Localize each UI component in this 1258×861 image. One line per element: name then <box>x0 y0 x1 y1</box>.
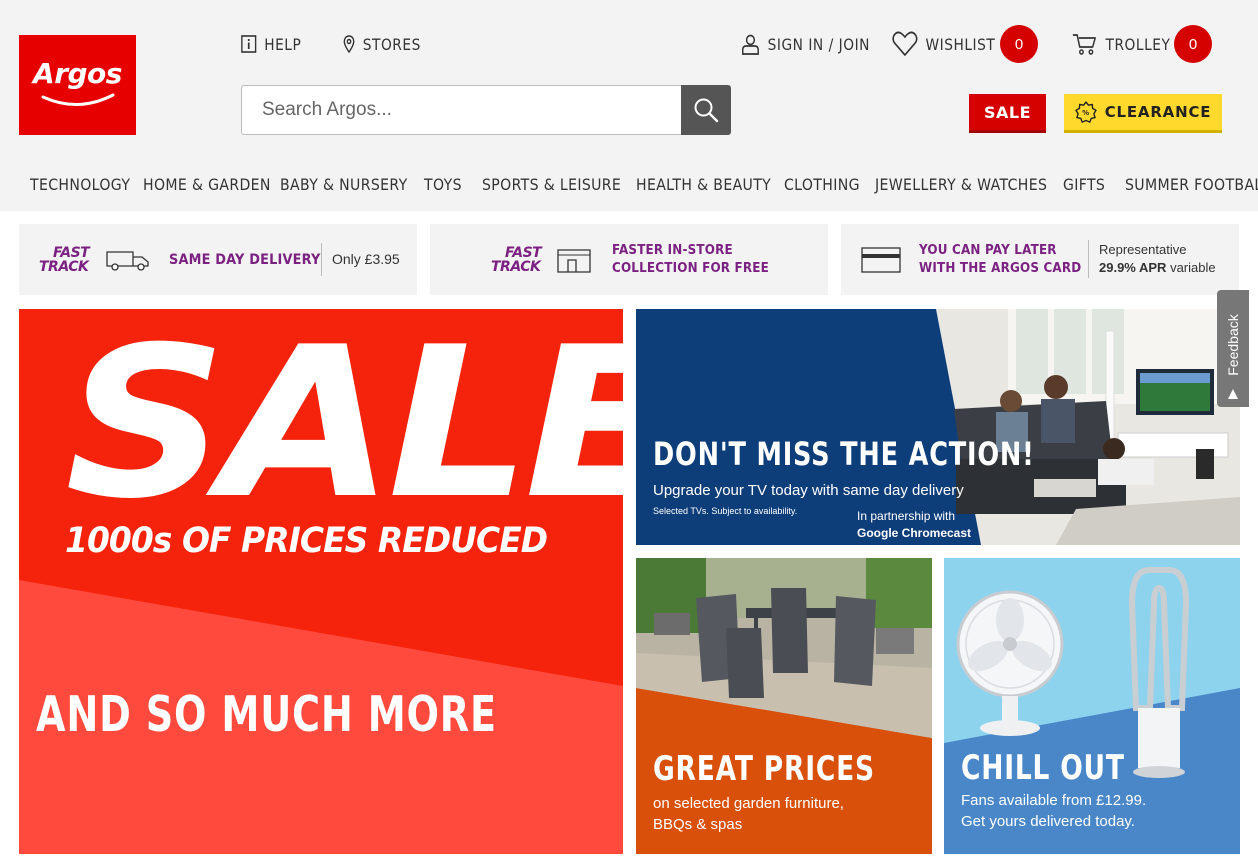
apr-label: Representative <box>1099 242 1187 257</box>
benefit-divider <box>321 243 322 276</box>
card-line1: YOU CAN PAY LATER <box>919 243 1057 258</box>
credit-card-icon <box>861 247 901 273</box>
feedback-label: Feedback <box>1225 314 1241 376</box>
sign-in-link[interactable]: SIGN IN / JOIN <box>741 33 870 55</box>
triangle-up-icon <box>1228 389 1238 399</box>
search-input[interactable] <box>241 85 682 135</box>
fast-track-logo: FAST TRACK <box>491 245 542 275</box>
garden-promo-line1: on selected garden furniture, <box>653 795 844 812</box>
garden-promo-heading: GREAT PRICES <box>653 749 875 789</box>
info-icon <box>241 35 257 53</box>
sale-hero-banner[interactable]: SALE 1000s OF PRICES REDUCED AND SO MUCH… <box>19 309 623 854</box>
fast-track-line1: FAST <box>505 245 542 261</box>
argos-logo[interactable]: Argos <box>19 35 136 135</box>
fan-promo-banner[interactable]: CHILL OUT Fans available from £12.99. Ge… <box>944 558 1240 854</box>
tv-promo-partner-name: Google Chromecast <box>857 526 972 540</box>
clearance-button[interactable]: % CLEARANCE <box>1064 94 1222 133</box>
trolley-label: TROLLEY <box>1105 34 1171 54</box>
tv-promo-smallprint: Selected TVs. Subject to availability. <box>653 506 798 516</box>
tv-promo-partner-label: In partnership with <box>857 509 956 523</box>
collection-title: FASTER IN-STORE COLLECTION FOR FREE <box>612 242 769 278</box>
wishlist-count-badge[interactable]: 0 <box>1000 25 1038 63</box>
stores-label: STORES <box>362 34 421 54</box>
nav-item-gifts[interactable]: GIFTS <box>1063 175 1105 194</box>
nav-item-summer-football[interactable]: SUMMER FOOTBALL <box>1125 175 1258 194</box>
location-pin-icon <box>343 35 355 53</box>
sale-headline: SALE <box>65 309 623 545</box>
in-store-collection-banner[interactable]: FAST TRACK FASTER IN-STORE COLLECTION FO… <box>430 224 828 295</box>
same-day-delivery-banner[interactable]: FAST TRACK SAME DAY DELIVERY Only £3.95 <box>19 224 417 295</box>
logo-text: Argos <box>33 57 122 90</box>
delivery-price: Only £3.95 <box>332 251 400 267</box>
tv-promo-text: Upgrade your TV today with same day deli… <box>653 482 964 499</box>
delivery-van-icon <box>106 251 149 271</box>
fan-promo-line2: Get yours delivered today. <box>961 813 1135 830</box>
trolley-count-badge[interactable]: 0 <box>1174 25 1212 63</box>
nav-item-jewellery-watches[interactable]: JEWELLERY & WATCHES <box>875 175 1047 194</box>
nav-item-clothing[interactable]: CLOTHING <box>784 175 860 194</box>
clearance-button-label: CLEARANCE <box>1104 103 1212 121</box>
sale-subheadline: 1000s OF PRICES REDUCED <box>65 521 548 561</box>
wishlist-label: WISHLIST <box>925 34 996 54</box>
nav-item-home-garden[interactable]: HOME & GARDEN <box>143 175 271 194</box>
apr-info: Representative 29.9% APR variable <box>1099 241 1216 277</box>
garden-promo-banner[interactable]: GREAT PRICES on selected garden furnitur… <box>636 558 932 854</box>
fast-track-line2: TRACK <box>491 259 541 275</box>
collection-line2: COLLECTION FOR FREE <box>612 261 770 276</box>
clearance-badge-icon: % <box>1075 101 1097 123</box>
sale-button-label: SALE <box>983 102 1032 122</box>
heart-icon <box>892 31 918 56</box>
logo-swoosh-icon <box>41 93 115 107</box>
nav-item-technology[interactable]: TECHNOLOGY <box>30 175 130 194</box>
fast-track-line2: TRACK <box>39 259 89 275</box>
card-title: YOU CAN PAY LATER WITH THE ARGOS CARD <box>919 242 1081 278</box>
fans-image <box>944 558 1240 778</box>
help-label: HELP <box>264 34 302 54</box>
sign-in-label: SIGN IN / JOIN <box>767 34 870 54</box>
search-button[interactable] <box>681 85 731 135</box>
fan-promo-heading: CHILL OUT <box>961 748 1125 788</box>
fast-track-logo: FAST TRACK <box>39 245 90 275</box>
svg-text:%: % <box>1082 109 1090 117</box>
nav-item-sports-leisure[interactable]: SPORTS & LEISURE <box>482 175 621 194</box>
trolley-link[interactable]: TROLLEY <box>1072 33 1170 55</box>
tv-promo-banner[interactable]: DON'T MISS THE ACTION! Upgrade your TV t… <box>636 309 1240 545</box>
nav-item-toys[interactable]: TOYS <box>424 175 462 194</box>
stores-link[interactable]: STORES <box>343 33 421 55</box>
sale-button[interactable]: SALE <box>969 94 1046 133</box>
delivery-title: SAME DAY DELIVERY <box>169 252 321 268</box>
nav-item-baby-nursery[interactable]: BABY & NURSERY <box>280 175 408 194</box>
feedback-tab[interactable]: Feedback <box>1217 290 1249 407</box>
benefit-divider <box>1088 240 1089 278</box>
fan-promo-line1: Fans available from £12.99. <box>961 792 1147 809</box>
fast-track-line1: FAST <box>53 245 90 261</box>
garden-promo-line2: BBQs & spas <box>653 816 743 833</box>
apr-variable: variable <box>1170 260 1216 275</box>
card-line2: WITH THE ARGOS CARD <box>919 261 1082 276</box>
site-header: Argos HELP STORES SIGN IN / JOIN WISHLIS… <box>0 0 1258 211</box>
store-icon <box>557 249 591 273</box>
tv-promo-heading: DON'T MISS THE ACTION! <box>653 435 1035 473</box>
apr-rate: 29.9% APR <box>1099 260 1167 275</box>
wishlist-link[interactable]: WISHLIST <box>892 31 996 56</box>
search-icon <box>694 98 719 123</box>
trolley-icon <box>1072 34 1096 55</box>
user-icon <box>741 34 759 55</box>
collection-line1: FASTER IN-STORE <box>612 243 733 258</box>
sale-more-text: AND SO MUCH MORE <box>36 686 497 743</box>
help-link[interactable]: HELP <box>241 33 301 55</box>
nav-item-health-beauty[interactable]: HEALTH & BEAUTY <box>636 175 771 194</box>
argos-card-banner[interactable]: YOU CAN PAY LATER WITH THE ARGOS CARD Re… <box>841 224 1239 295</box>
